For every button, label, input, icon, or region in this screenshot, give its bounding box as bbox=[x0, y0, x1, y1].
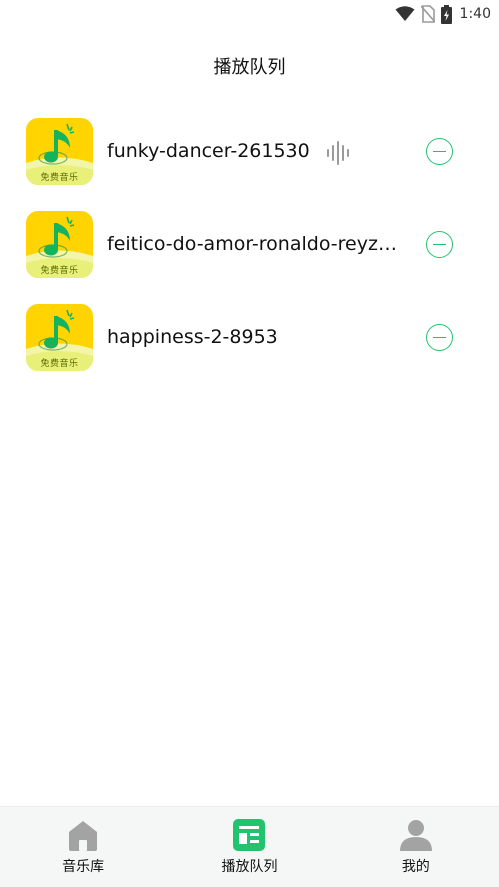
page-header: 播放队列 bbox=[0, 48, 499, 84]
nav-label: 播放队列 bbox=[221, 859, 278, 875]
status-time: 1:40 bbox=[459, 6, 491, 22]
album-caption: 免费音乐 bbox=[40, 359, 79, 369]
album-art: 免费音乐 bbox=[26, 118, 93, 185]
profile-icon bbox=[399, 820, 432, 851]
remove-from-queue-button[interactable] bbox=[426, 231, 453, 258]
bottom-nav: 音乐库 播放队列 我的 bbox=[0, 806, 499, 887]
song-title: funky-dancer-261530 bbox=[107, 140, 310, 162]
minus-icon bbox=[433, 150, 446, 153]
no-sim-icon bbox=[420, 5, 435, 23]
now-playing-wave-icon bbox=[327, 141, 349, 165]
album-caption: 免费音乐 bbox=[40, 266, 79, 276]
page-title: 播放队列 bbox=[213, 57, 286, 78]
remove-from-queue-button[interactable] bbox=[426, 138, 453, 165]
song-title: happiness-2-8953 bbox=[107, 326, 278, 348]
album-caption: 免费音乐 bbox=[40, 173, 79, 183]
home-icon bbox=[69, 821, 98, 851]
queue-list: 免费音乐 funky-dancer-261530 免费音乐 feitico-do… bbox=[0, 112, 499, 391]
queue-list-icon bbox=[233, 819, 266, 851]
nav-item-music-library[interactable]: 音乐库 bbox=[0, 807, 166, 887]
album-art: 免费音乐 bbox=[26, 211, 93, 278]
queue-screen: 1:40 播放队列 免费音乐 funky-dancer-261530 免费音乐 … bbox=[0, 0, 499, 887]
status-bar: 1:40 bbox=[0, 0, 499, 28]
queue-item[interactable]: 免费音乐 feitico-do-amor-ronaldo-reyz-... bbox=[0, 205, 499, 298]
album-art: 免费音乐 bbox=[26, 304, 93, 371]
nav-item-mine[interactable]: 我的 bbox=[333, 807, 499, 887]
minus-icon bbox=[433, 243, 446, 246]
song-title: feitico-do-amor-ronaldo-reyz-... bbox=[107, 233, 399, 255]
battery-charging-icon bbox=[440, 4, 452, 24]
queue-item[interactable]: 免费音乐 funky-dancer-261530 bbox=[0, 112, 499, 205]
queue-item[interactable]: 免费音乐 happiness-2-8953 bbox=[0, 298, 499, 391]
minus-icon bbox=[433, 336, 446, 339]
nav-item-play-queue[interactable]: 播放队列 bbox=[166, 807, 332, 887]
nav-label: 我的 bbox=[401, 859, 430, 875]
remove-from-queue-button[interactable] bbox=[426, 324, 453, 351]
wifi-icon bbox=[395, 6, 415, 21]
nav-label: 音乐库 bbox=[62, 859, 105, 875]
